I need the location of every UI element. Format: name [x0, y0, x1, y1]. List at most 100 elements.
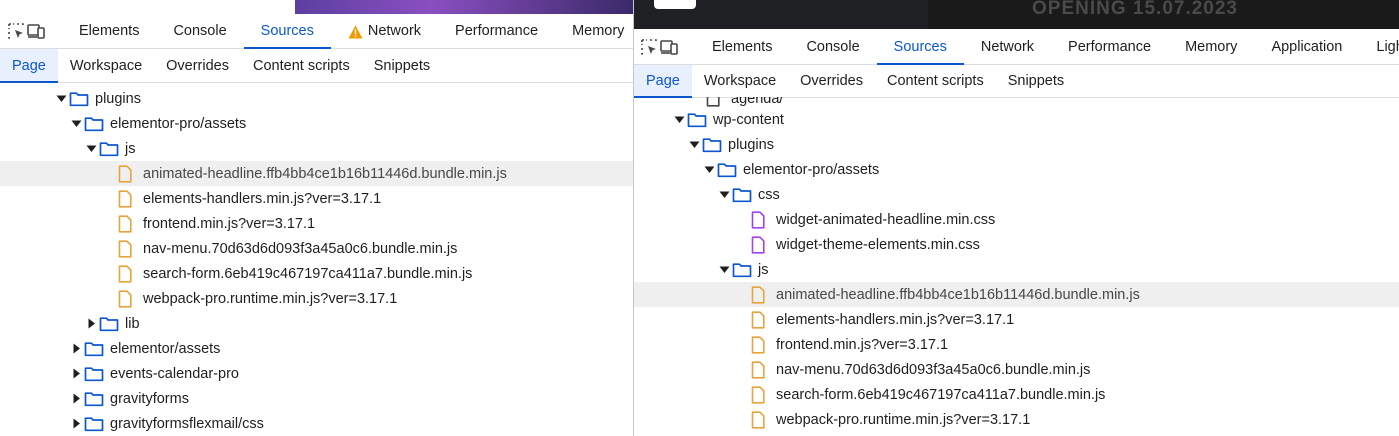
subtab-snippets[interactable]: Snippets — [996, 65, 1076, 97]
tab-sources[interactable]: Sources — [876, 29, 965, 65]
expand-arrow-down-icon[interactable] — [70, 118, 82, 130]
subtab-page[interactable]: Page — [634, 65, 692, 98]
tab-network[interactable]: Network — [964, 29, 1051, 64]
tree-item-label: lib — [125, 315, 140, 332]
inspect-icon — [641, 38, 657, 55]
subtab-page[interactable]: Page — [0, 49, 58, 83]
tree-item-label: search-form.6eb419c467197ca411a7.bundle.… — [776, 386, 1106, 403]
tree-item-label: css — [758, 186, 780, 203]
file-tree: agenda/wp-content plugins elementor-pro/as… — [634, 97, 1399, 436]
tree-file-row[interactable]: search-form.6eb419c467197ca411a7.bundle.… — [634, 382, 1399, 407]
expand-arrow-down-icon[interactable] — [85, 143, 97, 155]
js-file-icon — [751, 385, 765, 404]
tree-file-row[interactable]: nav-menu.70d63d6d093f3a45a0c6.bundle.min… — [0, 236, 633, 261]
subtab-label: Page — [646, 73, 680, 89]
expand-arrow-down-icon[interactable] — [718, 264, 730, 276]
tree-file-row[interactable]: elements-handlers.min.js?ver=3.17.1 — [0, 186, 633, 211]
tab-label: Memory — [572, 23, 625, 39]
tree-file-row[interactable]: nav-menu.70d63d6d093f3a45a0c6.bundle.min… — [634, 357, 1399, 382]
subtab-workspace[interactable]: Workspace — [58, 49, 154, 82]
tree-file-row[interactable]: webpack-pro.runtime.min.js?ver=3.17.1 — [0, 286, 633, 311]
tree-file-row[interactable]: widget-animated-headline.min.css — [634, 207, 1399, 232]
tree-file-row[interactable]: animated-headline.ffb4bb4ce1b16b11446d.b… — [0, 161, 633, 186]
tree-folder-row[interactable]: js — [634, 257, 1399, 282]
tab-memory[interactable]: Memory — [555, 14, 633, 48]
subtab-snippets[interactable]: Snippets — [362, 49, 442, 82]
sources-navigator-tabs: Page Workspace Overrides Content scripts Sni… — [634, 65, 1399, 98]
tab-label: Sources — [893, 38, 947, 55]
expand-arrow-right-icon[interactable] — [70, 343, 82, 355]
tab-performance[interactable]: Performance — [1051, 29, 1168, 64]
tree-file-row[interactable]: frontend.min.js?ver=3.17.1 — [0, 211, 633, 236]
tree-folder-row[interactable]: wp-content — [634, 107, 1399, 132]
tree-file-row[interactable]: search-form.6eb419c467197ca411a7.bundle.… — [0, 261, 633, 286]
subtab-label: Workspace — [703, 73, 777, 89]
expand-arrow-down-icon[interactable] — [688, 139, 700, 151]
tree-file-row[interactable]: frontend.min.js?ver=3.17.1 — [634, 332, 1399, 357]
folder-icon — [84, 416, 104, 432]
tab-light[interactable]: Light — [1359, 29, 1399, 64]
tab-label: Light — [1376, 38, 1399, 55]
tab-application[interactable]: Application — [1254, 29, 1359, 64]
tree-file-row[interactable]: agenda/ — [634, 97, 1399, 107]
subtab-content-scripts[interactable]: Content scripts — [875, 65, 996, 97]
tab-network[interactable]: Network — [331, 14, 438, 48]
tab-elements[interactable]: Elements — [695, 29, 789, 64]
tree-item-label: js — [125, 140, 136, 157]
tab-memory[interactable]: Memory — [1168, 29, 1254, 64]
inspect-element-button[interactable] — [6, 14, 26, 48]
tree-folder-row[interactable]: elementor/assets — [0, 336, 633, 361]
tab-console[interactable]: Console — [156, 14, 243, 48]
tree-folder-row[interactable]: gravityformsflexmail/css — [0, 411, 633, 436]
subtab-label: Content scripts — [887, 73, 984, 89]
tab-label: Memory — [1185, 38, 1238, 55]
tab-elements[interactable]: Elements — [62, 14, 156, 48]
tree-file-row[interactable]: elements-handlers.min.js?ver=3.17.1 — [634, 307, 1399, 332]
expand-arrow-down-icon[interactable] — [673, 114, 685, 126]
subtab-overrides[interactable]: Overrides — [788, 65, 875, 97]
subtab-content-scripts[interactable]: Content scripts — [241, 49, 362, 82]
tree-folder-row[interactable]: lib — [0, 311, 633, 336]
tree-item-label: gravityforms — [110, 390, 189, 407]
tree-folder-row[interactable]: plugins — [634, 132, 1399, 157]
folder-icon — [84, 366, 104, 382]
tree-folder-row[interactable]: elementor-pro/assets — [634, 157, 1399, 182]
tree-folder-row[interactable]: plugins — [0, 86, 633, 111]
device-toolbar-button[interactable] — [659, 29, 679, 64]
tree-folder-row[interactable]: elementor-pro/assets — [0, 111, 633, 136]
subtab-workspace[interactable]: Workspace — [692, 65, 788, 97]
tab-label: Console — [806, 38, 860, 55]
inspect-element-button[interactable] — [639, 29, 659, 64]
tree-item-label: elementor/assets — [110, 340, 221, 357]
expand-arrow-down-icon[interactable] — [718, 189, 730, 201]
folder-icon — [84, 116, 104, 132]
expand-arrow-right-icon[interactable] — [85, 318, 97, 330]
tab-console[interactable]: Console — [789, 29, 876, 64]
tree-folder-row[interactable]: css — [634, 182, 1399, 207]
tree-folder-row[interactable]: js — [0, 136, 633, 161]
tree-file-row[interactable]: webpack-pro.runtime.min.js?ver=3.17.1 — [634, 407, 1399, 432]
tree-file-row[interactable]: widget-theme-elements.min.css — [634, 232, 1399, 257]
tab-label: Elements — [712, 38, 773, 55]
device-toolbar-button[interactable] — [26, 14, 46, 48]
tree-folder-row[interactable]: events-calendar-pro — [0, 361, 633, 386]
tree-item-label: nav-menu.70d63d6d093f3a45a0c6.bundle.min… — [776, 361, 1091, 378]
expand-arrow-down-icon[interactable] — [703, 164, 715, 176]
devtools-panel-right: OPENING 15.07.2023 Elements Console Source… — [633, 0, 1399, 436]
tab-sources[interactable]: Sources — [243, 14, 332, 49]
tree-item-label: elements-handlers.min.js?ver=3.17.1 — [143, 190, 382, 207]
tree-folder-row[interactable]: gravityforms — [0, 386, 633, 411]
folder-icon — [687, 112, 707, 128]
tree-item-label: elementor-pro/assets — [743, 161, 880, 178]
expand-arrow-right-icon[interactable] — [70, 418, 82, 430]
subtab-label: Snippets — [373, 57, 431, 74]
expand-arrow-right-icon[interactable] — [70, 393, 82, 405]
tab-performance[interactable]: Performance — [438, 14, 555, 48]
expand-arrow-right-icon[interactable] — [70, 368, 82, 380]
tree-item-label: wp-content — [713, 111, 784, 128]
subtab-overrides[interactable]: Overrides — [154, 49, 241, 82]
folder-icon — [99, 141, 119, 157]
tree-file-row[interactable]: animated-headline.ffb4bb4ce1b16b11446d.b… — [634, 282, 1399, 307]
expand-arrow-down-icon[interactable] — [55, 93, 67, 105]
folder-icon — [732, 262, 752, 278]
